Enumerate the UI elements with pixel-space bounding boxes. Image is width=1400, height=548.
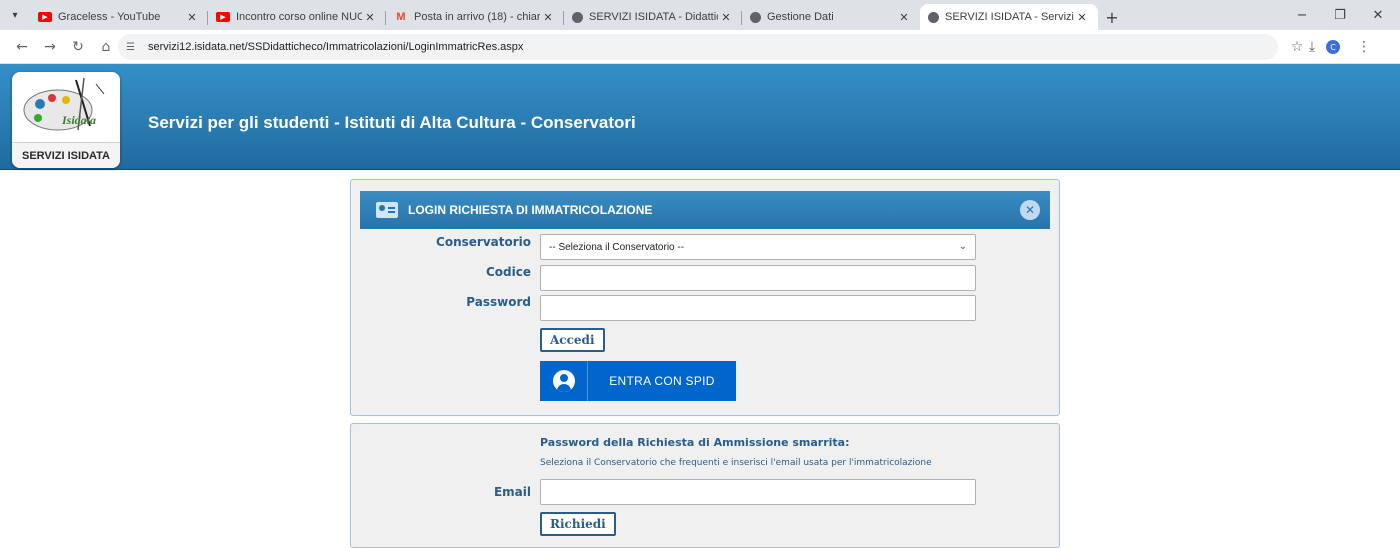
richiedi-button[interactable]: Richiedi [540, 512, 616, 536]
menu-kebab-icon[interactable]: ⋮ [1354, 37, 1374, 57]
tab-title: Gestione Dati [767, 11, 834, 23]
close-tab-icon[interactable]: ✕ [540, 11, 556, 24]
home-icon[interactable]: ⌂ [92, 33, 120, 61]
globe-icon [572, 11, 583, 23]
codice-label: Codice [485, 265, 531, 279]
browser-tab[interactable]: SERVIZI ISIDATA - Didattica Con ✕ [564, 4, 742, 30]
login-panel: LOGIN RICHIESTA DI IMMATRICOLAZIONE ✕ Co… [350, 179, 1060, 416]
palette-logo-icon: Isidata [23, 77, 105, 131]
browser-tab[interactable]: Gestione Dati ✕ [742, 4, 920, 30]
tab-search-icon[interactable]: ▾ [0, 0, 30, 30]
email-label: Email [493, 485, 531, 499]
tab-title: Graceless - YouTube [58, 11, 161, 23]
spid-label: ENTRA CON SPID [609, 374, 715, 388]
youtube-icon: ▶ [38, 12, 52, 22]
email-field[interactable] [540, 479, 976, 505]
conservatorio-label: Conservatorio [436, 235, 531, 249]
password-label: Password [466, 295, 531, 309]
svg-text:Isidata: Isidata [61, 113, 96, 127]
profile-avatar[interactable]: C [1326, 40, 1340, 54]
close-icon[interactable]: ✕ [1020, 200, 1040, 220]
tab-title: Posta in arrivo (18) - chiara.gen [414, 11, 540, 23]
login-panel-header: LOGIN RICHIESTA DI IMMATRICOLAZIONE ✕ [360, 191, 1050, 229]
id-card-icon [376, 202, 398, 218]
forward-icon[interactable]: → [36, 33, 64, 61]
minimize-icon[interactable]: − [1284, 0, 1320, 30]
site-header: Isidata SERVIZI ISIDATA Servizi per gli … [0, 64, 1400, 170]
close-tab-icon[interactable]: ✕ [896, 11, 912, 24]
download-icon[interactable]: ⤓ [1302, 37, 1322, 57]
recovery-instructions: Seleziona il Conservatorio che frequenti… [540, 458, 932, 468]
new-tab-icon[interactable]: + [1098, 4, 1126, 30]
browser-tab[interactable]: ▶ Graceless - YouTube ✕ [30, 4, 208, 30]
window-close-icon[interactable]: ✕ [1360, 0, 1396, 30]
logo-caption: SERVIZI ISIDATA [12, 142, 120, 168]
close-tab-icon[interactable]: ✕ [184, 11, 200, 24]
url-bar[interactable]: ☰ servizi12.isidata.net/SSDidatticheco/I… [118, 34, 1278, 60]
isidata-logo[interactable]: Isidata SERVIZI ISIDATA [12, 72, 120, 168]
browser-tab-strip: ▾ ▶ Graceless - YouTube ✕ ▶ Incontro cor… [0, 0, 1400, 30]
conservatorio-select[interactable]: -- Seleziona il Conservatorio -- ⌄ [540, 234, 976, 260]
close-tab-icon[interactable]: ✕ [1074, 11, 1090, 24]
close-tab-icon[interactable]: ✕ [362, 11, 378, 24]
restore-icon[interactable]: ❐ [1322, 0, 1358, 30]
chevron-down-icon: ⌄ [958, 241, 967, 252]
tab-title: SERVIZI ISIDATA - Didattica Con [589, 11, 718, 23]
address-toolbar: ← → ↻ ⌂ ☰ servizi12.isidata.net/SSDidatt… [0, 30, 1400, 64]
gmail-icon: M [396, 11, 406, 23]
accedi-button[interactable]: Accedi [540, 328, 605, 352]
youtube-icon: ▶ [216, 12, 230, 22]
tab-title: SERVIZI ISIDATA - Servizi per gl [945, 11, 1074, 23]
user-circle-icon [540, 361, 588, 401]
conservatorio-selected: -- Seleziona il Conservatorio -- [549, 241, 685, 253]
back-icon[interactable]: ← [8, 33, 36, 61]
login-heading: LOGIN RICHIESTA DI IMMATRICOLAZIONE [408, 203, 653, 217]
password-field[interactable] [540, 295, 976, 321]
close-tab-icon[interactable]: ✕ [718, 11, 734, 24]
reload-icon[interactable]: ↻ [64, 33, 92, 61]
tab-title: Incontro corso online NUOVO F [236, 11, 362, 23]
browser-tab[interactable]: ▶ Incontro corso online NUOVO F ✕ [208, 4, 386, 30]
spid-login-button[interactable]: ENTRA CON SPID [540, 361, 736, 401]
page-title: Servizi per gli studenti - Istituti di A… [148, 113, 636, 132]
browser-tab[interactable]: M Posta in arrivo (18) - chiara.gen ✕ [386, 4, 564, 30]
url-text: servizi12.isidata.net/SSDidatticheco/Imm… [148, 41, 524, 53]
site-info-icon[interactable]: ☰ [126, 42, 142, 53]
recovery-title: Password della Richiesta di Ammissione s… [540, 436, 850, 449]
globe-icon [928, 11, 939, 23]
browser-tab-active[interactable]: SERVIZI ISIDATA - Servizi per gl ✕ [920, 4, 1098, 30]
globe-icon [750, 11, 761, 23]
password-recovery-panel: Password della Richiesta di Ammissione s… [350, 423, 1060, 548]
codice-field[interactable] [540, 265, 976, 291]
